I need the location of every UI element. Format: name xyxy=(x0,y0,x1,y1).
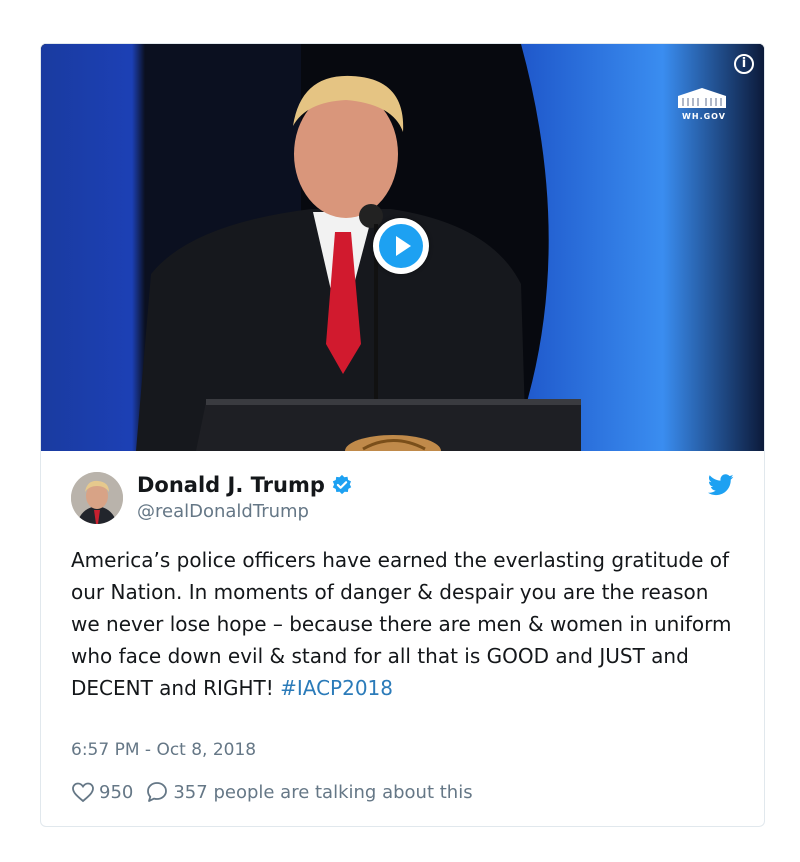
avatar-image xyxy=(71,472,123,524)
white-house-icon xyxy=(678,88,726,108)
verified-badge-icon xyxy=(332,474,352,495)
tweet-actions: 950 357 people are talking about this xyxy=(71,780,473,804)
twitter-bird-icon[interactable] xyxy=(708,474,734,496)
tweet-text: America’s police officers have earned th… xyxy=(71,544,743,704)
tweet-body: America’s police officers have earned th… xyxy=(71,548,732,700)
wh-gov-text: WH.GOV xyxy=(682,112,726,121)
play-button[interactable] xyxy=(373,218,429,274)
video-player[interactable]: i WH.GOV xyxy=(41,44,764,451)
tweet-timestamp[interactable]: 6:57 PM - Oct 8, 2018 xyxy=(71,740,256,760)
info-icon[interactable]: i xyxy=(734,54,754,74)
tweet-card[interactable]: i WH.GOV Donald J. Trump @realDonaldTrum… xyxy=(40,43,765,827)
hashtag-link[interactable]: #IACP2018 xyxy=(280,676,393,700)
wh-gov-logo: WH.GOV xyxy=(674,86,734,126)
author-handle[interactable]: @realDonaldTrump xyxy=(137,501,309,522)
avatar[interactable] xyxy=(71,472,123,524)
author-name-text[interactable]: Donald J. Trump xyxy=(137,473,325,497)
conversation-count[interactable]: 357 people are talking about this xyxy=(173,782,472,803)
like-count[interactable]: 950 xyxy=(99,782,133,803)
heart-icon[interactable] xyxy=(71,780,95,804)
play-icon[interactable] xyxy=(379,224,423,268)
reply-bubble-icon[interactable] xyxy=(145,780,169,804)
author-name[interactable]: Donald J. Trump xyxy=(137,473,353,497)
